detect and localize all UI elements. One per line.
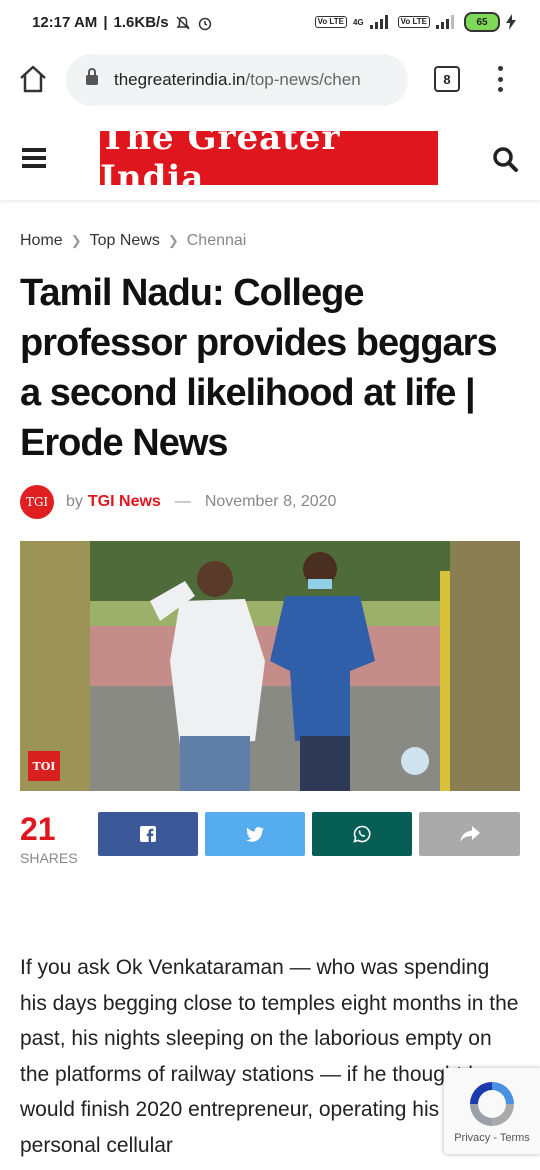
browser-toolbar: thegreaterindia.in/top-news/chen 8 — [0, 48, 540, 119]
status-time: 12:17 AM — [32, 14, 98, 31]
breadcrumb-top-news[interactable]: Top News — [90, 232, 160, 250]
share-counter: 21 SHARES — [20, 812, 80, 866]
share-count: 21 — [20, 811, 56, 847]
url-text[interactable]: thegreaterindia.in/top-news/chen — [114, 70, 404, 90]
volte-badge-1: Vo LTE — [314, 16, 347, 28]
twitter-icon — [246, 826, 264, 842]
site-logo[interactable]: The Greater India — [100, 118, 438, 198]
chevron-right-icon: ❯ — [167, 233, 179, 248]
author-link[interactable]: TGI News — [88, 493, 161, 511]
recaptcha-badge[interactable]: Privacy - Terms — [444, 1068, 540, 1154]
breadcrumb: Home ❯ Top News ❯ Chennai — [20, 232, 246, 250]
network-type: 4G — [352, 17, 364, 27]
recaptcha-links: Privacy - Terms — [454, 1132, 530, 1144]
mute-bell-icon — [176, 15, 190, 30]
charging-icon — [506, 14, 516, 30]
status-bar: 12:17 AM | 1.6KB/s Vo LTE 4G Vo LTE 65 — [0, 0, 540, 48]
chevron-right-icon: ❯ — [70, 233, 82, 248]
home-icon[interactable] — [18, 64, 48, 94]
more-share-button[interactable] — [419, 812, 520, 856]
search-icon[interactable] — [492, 146, 518, 172]
status-network-speed: 1.6KB/s — [113, 14, 169, 31]
facebook-icon — [140, 826, 156, 842]
whatsapp-icon — [353, 825, 371, 843]
article-date: November 8, 2020 — [204, 493, 337, 510]
facebook-share-button[interactable] — [98, 812, 198, 856]
meta-separator: — — [174, 493, 191, 510]
battery-icon: 65 — [464, 12, 500, 32]
share-icon — [459, 826, 480, 842]
article-meta: TGI by TGI News — November 8, 2020 — [20, 484, 336, 520]
whatsapp-share-button[interactable] — [312, 812, 412, 856]
share-label: SHARES — [20, 850, 78, 866]
breadcrumb-home[interactable]: Home — [20, 232, 63, 250]
site-header: The Greater India — [0, 118, 540, 200]
by-label: by — [66, 493, 83, 510]
privacy-link[interactable]: Privacy — [454, 1132, 490, 1144]
lock-icon — [86, 68, 98, 87]
twitter-share-button[interactable] — [205, 812, 305, 856]
address-bar[interactable]: thegreaterindia.in/top-news/chen — [66, 54, 408, 106]
alarm-icon — [198, 17, 211, 30]
author-avatar[interactable]: TGI — [20, 485, 54, 519]
recaptcha-icon — [470, 1082, 514, 1126]
article-photo: TOI — [20, 541, 520, 791]
volte-badge-2: Vo LTE — [397, 16, 430, 28]
tab-switcher-button[interactable]: 8 — [434, 66, 460, 92]
signal-icon-1 — [369, 15, 392, 29]
breadcrumb-current[interactable]: Chennai — [187, 232, 247, 250]
terms-link[interactable]: Terms — [500, 1132, 530, 1144]
signal-icon-2 — [436, 15, 458, 29]
hamburger-menu-icon[interactable] — [22, 148, 46, 168]
more-menu-icon[interactable] — [496, 66, 504, 92]
toi-badge: TOI — [28, 751, 60, 781]
article-title: Tamil Nadu: College professor provides b… — [20, 272, 498, 464]
photo-illustration — [20, 541, 520, 791]
